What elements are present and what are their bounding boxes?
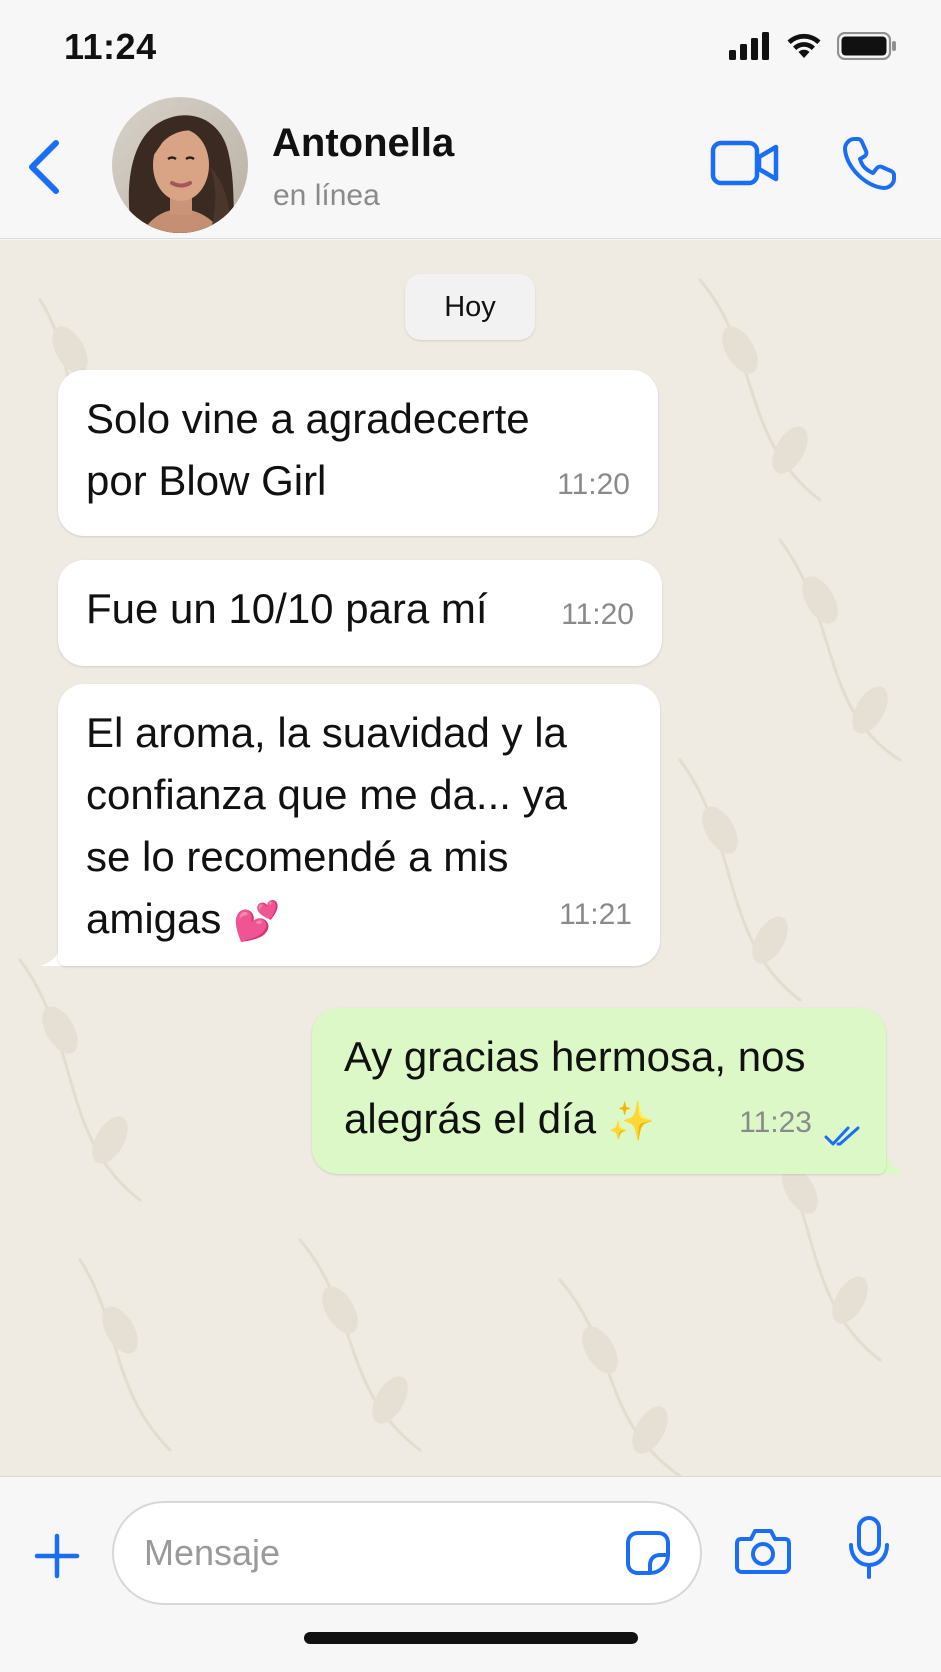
status-time: 11:24 xyxy=(64,26,157,67)
message-time: 11:21 xyxy=(559,898,632,931)
day-separator: Hoy xyxy=(405,274,535,340)
back-button[interactable] xyxy=(24,135,64,199)
sparkles-emoji: ✨ xyxy=(607,1100,656,1143)
message-text: Fue un 10/10 para mí xyxy=(86,585,488,632)
status-bar: 11:24 xyxy=(0,0,941,95)
message-input[interactable] xyxy=(144,1503,614,1603)
message-input-field[interactable] xyxy=(112,1501,702,1605)
contact-status: en línea xyxy=(273,179,380,212)
avatar-image xyxy=(112,97,248,233)
voice-call-button[interactable] xyxy=(840,135,898,193)
camera-button[interactable] xyxy=(735,1527,791,1575)
sticker-icon xyxy=(626,1531,670,1575)
camera-icon xyxy=(735,1529,791,1574)
message-bubble-incoming[interactable]: Fue un 10/10 para mí 11:20 xyxy=(58,560,662,666)
message-time: 11:20 xyxy=(561,598,634,631)
video-call-button[interactable] xyxy=(710,135,780,191)
home-indicator[interactable] xyxy=(304,1632,638,1644)
message-time: 11:20 xyxy=(557,468,630,501)
message-time: 11:23 xyxy=(739,1106,812,1139)
two-hearts-emoji: 💕 xyxy=(233,900,281,943)
sticker-button[interactable] xyxy=(624,1529,672,1577)
double-check-icon xyxy=(824,1126,860,1146)
status-icons xyxy=(729,32,897,60)
message-bubble-incoming[interactable]: Solo vine a agradecerte por Blow Girl 11… xyxy=(58,370,658,536)
wifi-icon xyxy=(787,33,821,58)
message-bubble-outgoing[interactable]: Ay gracias hermosa, nos alegrás el día ✨… xyxy=(312,1008,886,1174)
signal-icon xyxy=(729,32,769,60)
battery-icon xyxy=(837,32,896,60)
plus-icon xyxy=(34,1533,80,1579)
microphone-icon xyxy=(849,1516,889,1579)
message-text: Solo vine a agradecerte por Blow Girl xyxy=(86,395,530,504)
input-bar xyxy=(0,1476,941,1672)
message-bubble-incoming[interactable]: El aroma, la suavidad y la confianza que… xyxy=(58,684,660,966)
microphone-button[interactable] xyxy=(848,1515,890,1581)
message-text: El aroma, la suavidad y la confianza que… xyxy=(86,702,632,953)
phone-icon xyxy=(843,137,896,190)
contact-name[interactable]: Antonella xyxy=(272,121,454,166)
chat-header: Antonella en línea xyxy=(0,95,941,239)
back-chevron-icon xyxy=(29,140,59,194)
chat-area[interactable]: Hoy Solo vine a agradecerte por Blow Gir… xyxy=(0,240,941,1476)
video-call-icon xyxy=(710,140,779,186)
attach-button[interactable] xyxy=(34,1533,80,1579)
avatar[interactable] xyxy=(112,97,248,233)
